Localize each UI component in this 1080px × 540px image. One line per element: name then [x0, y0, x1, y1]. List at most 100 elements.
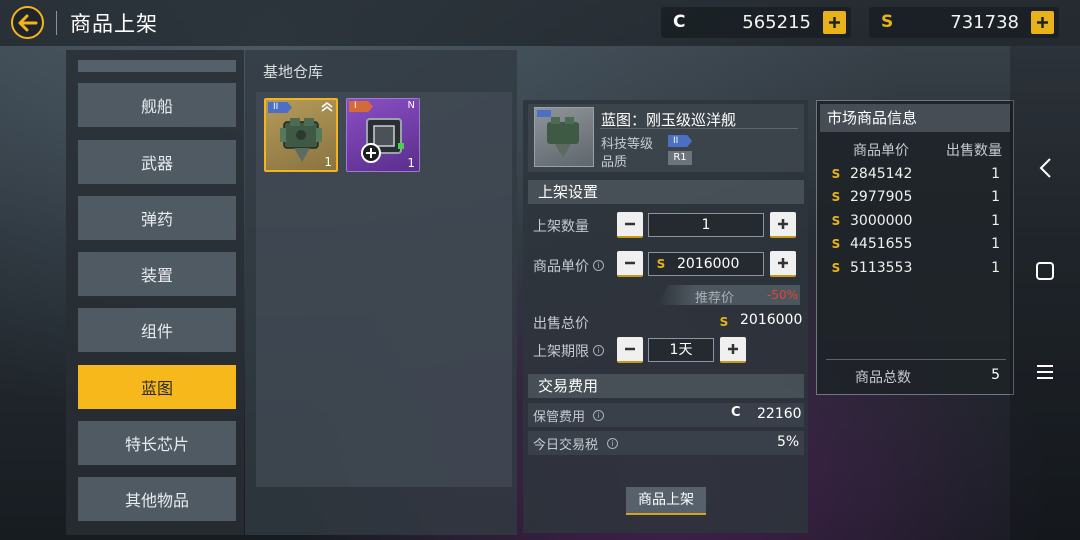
quantity-field[interactable]: 1: [648, 213, 764, 237]
duration-decrease-button[interactable]: [617, 337, 643, 363]
unit-price-field[interactable]: S 2016000: [648, 252, 764, 276]
market-divider: [826, 359, 1006, 360]
duration-label: 上架期限: [533, 344, 589, 360]
market-row-qty: 1: [991, 236, 1000, 252]
category-components[interactable]: 组件: [78, 308, 236, 352]
s-coin-icon: S: [656, 257, 666, 271]
info-icon[interactable]: i: [593, 260, 604, 271]
s-coin-icon: S: [831, 214, 841, 228]
plus-icon: [1037, 17, 1048, 28]
category-ammo[interactable]: 弹药: [78, 196, 236, 240]
recommended-label: 推荐价: [695, 291, 735, 306]
storage-fee-label: 保管费用: [533, 410, 586, 425]
list-item-button[interactable]: 商品上架: [626, 487, 706, 515]
item-quantity: 1: [407, 156, 415, 170]
price-decrease-button[interactable]: [617, 251, 643, 277]
currency-c-value: 565215: [742, 12, 811, 33]
price-increase-button[interactable]: [770, 251, 796, 277]
warehouse-item-module[interactable]: I N 1: [346, 98, 420, 172]
tech-level-label: 科技等级: [601, 137, 654, 152]
market-row-price: 3000000: [850, 213, 913, 229]
total-value: 2016000: [740, 312, 803, 328]
quantity-decrease-button[interactable]: [617, 212, 643, 238]
category-weapons[interactable]: 武器: [78, 140, 236, 184]
item-quantity: 1: [324, 155, 332, 169]
info-icon[interactable]: i: [593, 410, 604, 421]
page-title: 商品上架: [70, 12, 158, 36]
tech-level-badge: II: [668, 135, 692, 147]
recommended-discount: -50%: [767, 288, 799, 302]
market-info-title: 市场商品信息: [820, 104, 1010, 132]
warehouse-item-blueprint-cruiser[interactable]: II 1: [264, 98, 338, 172]
market-col-price: 商品单价: [853, 143, 909, 159]
c-coin-icon: C: [731, 405, 741, 420]
s-coin-icon: S: [831, 167, 841, 181]
quality-label: 品质: [601, 155, 628, 170]
item-thumbnail: [534, 107, 594, 167]
nav-back-icon[interactable]: [1038, 157, 1054, 179]
item-badge: N: [407, 100, 415, 111]
quantity-increase-button[interactable]: [770, 212, 796, 238]
market-total-label: 商品总数: [855, 370, 911, 386]
currency-s-value: 731738: [950, 12, 1019, 33]
market-row-price: 5113553: [850, 260, 913, 276]
market-total-value: 5: [991, 367, 1000, 383]
quality-badge: R1: [668, 151, 692, 165]
item-name: 蓝图：刚玉级巡洋舰: [601, 111, 737, 129]
info-icon[interactable]: i: [593, 345, 604, 356]
item-name-divider: [600, 128, 798, 129]
nav-menu-icon[interactable]: [1036, 364, 1054, 380]
category-blueprints[interactable]: 蓝图: [78, 365, 236, 409]
tier-flag: II: [268, 102, 292, 113]
total-label: 出售总价: [533, 316, 589, 332]
duration-field[interactable]: 1天: [648, 338, 714, 362]
tax-label: 今日交易税: [533, 438, 599, 453]
duration-increase-button[interactable]: [720, 337, 746, 363]
cruiser-blueprint-icon: [537, 110, 579, 158]
s-coin-icon: S: [881, 12, 894, 32]
minus-icon: [625, 222, 635, 226]
back-button[interactable]: [11, 6, 44, 39]
s-coin-icon: S: [831, 261, 841, 275]
minus-icon: [625, 347, 635, 351]
rank-chevron-icon: [321, 102, 333, 112]
system-nav-bar: [1010, 46, 1080, 540]
add-s-currency-button[interactable]: [1031, 11, 1054, 34]
category-chips[interactable]: 特长芯片: [78, 421, 236, 465]
market-row-price: 2977905: [850, 189, 913, 205]
category-other[interactable]: 其他物品: [78, 477, 236, 521]
cruiser-blueprint-icon: [280, 118, 322, 162]
category-devices[interactable]: 装置: [78, 252, 236, 296]
category-scroll-stub: [78, 60, 236, 72]
plus-icon: [728, 344, 738, 354]
quantity-label: 上架数量: [533, 219, 589, 235]
plus-icon: [829, 17, 840, 28]
nav-home-icon[interactable]: [1035, 261, 1055, 281]
fees-header: 交易费用: [528, 374, 804, 398]
minus-icon: [625, 261, 635, 265]
plus-icon: [778, 219, 788, 229]
unit-price-label: 商品单价: [533, 259, 589, 275]
currency-s-box: S 731738: [869, 7, 1059, 38]
s-coin-icon: S: [719, 315, 729, 329]
module-chip-icon: [361, 118, 404, 163]
market-row-qty: 1: [991, 213, 1000, 229]
warehouse-title: 基地仓库: [263, 63, 324, 81]
market-col-qty: 出售数量: [946, 143, 1002, 159]
add-c-currency-button[interactable]: [823, 11, 846, 34]
category-ships[interactable]: 舰船: [78, 83, 236, 127]
unit-price-value: 2016000: [677, 256, 740, 272]
back-arrow-icon: [18, 14, 37, 31]
c-coin-icon: C: [673, 12, 686, 32]
info-icon[interactable]: i: [607, 438, 618, 449]
market-row-price: 4451655: [850, 236, 913, 252]
listing-settings-header: 上架设置: [528, 180, 804, 204]
market-row-price: 2845142: [850, 166, 913, 182]
storage-fee-value: 22160: [757, 406, 802, 422]
tier-flag: I: [349, 101, 373, 112]
market-row-qty: 1: [991, 166, 1000, 182]
market-row-qty: 1: [991, 260, 1000, 276]
plus-icon: [778, 258, 788, 268]
s-coin-icon: S: [831, 190, 841, 204]
title-divider: [56, 11, 57, 35]
